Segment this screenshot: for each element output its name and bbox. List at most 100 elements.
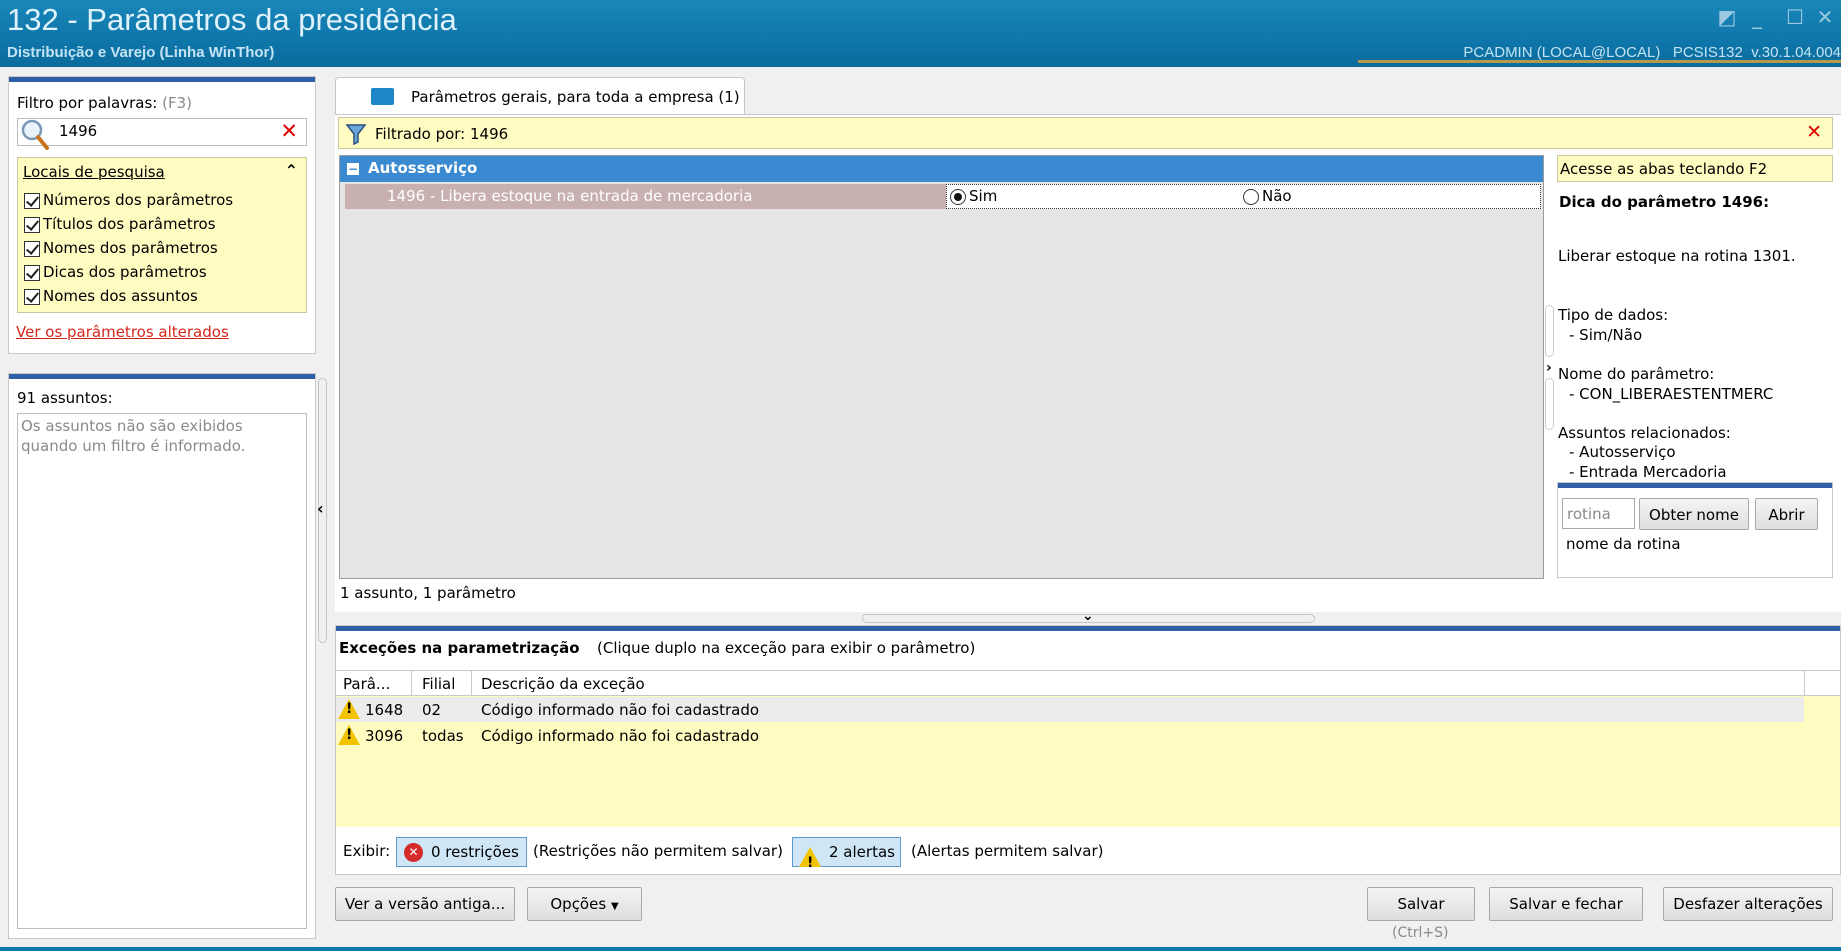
- option-subject-names[interactable]: Nomes dos assuntos: [24, 287, 198, 305]
- checkbox-icon[interactable]: [24, 216, 40, 233]
- remove-filter-icon[interactable]: ✕: [1806, 121, 1822, 143]
- table-row[interactable]: 3096 todas Código informado não foi cada…: [336, 723, 1804, 748]
- option-label: Nomes dos parâmetros: [43, 239, 218, 257]
- option-yes-label: Sim: [969, 187, 998, 205]
- exception-description: Código informado não foi cadastrado: [481, 701, 760, 719]
- filter-label-row: Filtro por palavras: (F3): [17, 94, 192, 112]
- exceptions-header: Parâ... Filial Descrição da exceção: [336, 671, 1840, 696]
- get-name-button[interactable]: Obter nome: [1639, 498, 1749, 530]
- exception-branch: 02: [422, 701, 442, 719]
- restrictions-label: 0 restrições: [431, 843, 519, 861]
- option-param-hints[interactable]: Dicas dos parâmetros: [24, 263, 207, 281]
- option-label: Nomes dos assuntos: [43, 287, 198, 305]
- hint-title: Dica do parâmetro 1496:: [1559, 193, 1770, 211]
- expand-hint-icon[interactable]: ›: [1546, 360, 1552, 376]
- checkbox-icon[interactable]: [24, 264, 40, 281]
- exceptions-table[interactable]: Parâ... Filial Descrição da exceção 1648…: [336, 670, 1840, 827]
- clear-search-icon[interactable]: ✕: [280, 119, 298, 143]
- window-bottom-border: [0, 947, 1841, 951]
- session-info: PCADMIN (LOCAL@LOCAL) PCSIS132 v.30.1.04…: [1463, 44, 1841, 61]
- warning-icon: [338, 699, 360, 719]
- collapse-group-icon[interactable]: −: [347, 163, 359, 175]
- filter-label: Filtro por palavras:: [17, 94, 158, 112]
- save-button[interactable]: Salvar: [1367, 887, 1475, 921]
- table-row[interactable]: 1648 02 Código informado não foi cadastr…: [336, 697, 1804, 722]
- hint-splitter-bottom[interactable]: [1545, 378, 1554, 430]
- option-param-titles[interactable]: Títulos dos parâmetros: [24, 215, 216, 233]
- routine-input-placeholder: rotina: [1567, 505, 1611, 523]
- exception-branch: todas: [422, 727, 464, 745]
- tabs-tip: Acesse as abas teclando F2: [1557, 155, 1833, 182]
- group-header[interactable]: − Autosserviço: [340, 156, 1543, 182]
- filter-funnel-icon: [345, 123, 367, 149]
- exception-param: 1648: [365, 701, 404, 719]
- tabs-tip-text: Acesse as abas teclando F2: [1560, 160, 1768, 178]
- column-description[interactable]: Descrição da exceção: [481, 675, 645, 693]
- collapse-bottom-icon[interactable]: ⌄: [1082, 608, 1094, 624]
- exceptions-panel: Exceções na parametrização (Clique duplo…: [335, 625, 1841, 877]
- subjects-panel-top: [9, 374, 315, 379]
- warning-icon: [338, 725, 360, 745]
- hint-type-value: - Sim/Não: [1569, 326, 1643, 344]
- option-param-numbers[interactable]: Números dos parâmetros: [24, 191, 233, 209]
- routine-input[interactable]: rotina: [1562, 498, 1635, 529]
- column-branch[interactable]: Filial: [422, 675, 455, 693]
- subjects-panel: 91 assuntos: Os assuntos não são exibido…: [8, 373, 316, 939]
- checkbox-icon[interactable]: [24, 192, 40, 209]
- save-and-close-button[interactable]: Salvar e fechar: [1489, 887, 1643, 921]
- radio-icon[interactable]: [950, 188, 966, 205]
- close-icon[interactable]: ✕: [1814, 6, 1836, 28]
- checkbox-icon[interactable]: [24, 240, 40, 257]
- parameter-label-cell: 1496 - Libera estoque na entrada de merc…: [345, 184, 946, 209]
- column-param[interactable]: Parâ...: [343, 675, 390, 693]
- parameter-label: 1496 - Libera estoque na entrada de merc…: [387, 187, 753, 205]
- filtered-bar: Filtrado por: 1496 ✕: [338, 117, 1833, 149]
- parameter-row[interactable]: 1496 - Libera estoque na entrada de merc…: [345, 184, 1541, 209]
- save-shortcut: (Ctrl+S): [1392, 925, 1449, 941]
- checkbox-icon[interactable]: [24, 288, 40, 305]
- open-button[interactable]: Abrir: [1755, 498, 1818, 530]
- old-version-button[interactable]: Ver a versão antiga...: [335, 887, 515, 921]
- hint-related-item: - Entrada Mercadoria: [1569, 463, 1727, 481]
- column-divider: [471, 671, 472, 696]
- options-button[interactable]: Opções ▼: [527, 887, 642, 921]
- hint-name-label: Nome do parâmetro:: [1558, 365, 1715, 383]
- option-yes[interactable]: Sim: [950, 187, 997, 205]
- alerts-button[interactable]: 2 alertas: [792, 837, 901, 877]
- collapse-left-icon[interactable]: ‹: [317, 499, 324, 518]
- tab-general-params[interactable]: Parâmetros gerais, para toda a empresa (…: [335, 77, 745, 115]
- alerts-label: 2 alertas: [829, 843, 895, 861]
- maximize-icon[interactable]: ☐: [1784, 6, 1806, 28]
- window-subtitle: Distribuição e Varejo (Linha WinThor): [7, 44, 275, 61]
- radio-icon[interactable]: [1243, 188, 1259, 205]
- search-icon: [20, 118, 49, 150]
- changed-params-link[interactable]: Ver os parâmetros alterados: [16, 323, 229, 341]
- search-locations-title: Locais de pesquisa: [23, 163, 165, 181]
- grid-summary: 1 assunto, 1 parâmetro: [340, 584, 516, 602]
- option-param-names[interactable]: Nomes dos parâmetros: [24, 239, 218, 257]
- show-label: Exibir:: [343, 842, 391, 860]
- collapse-icon[interactable]: ⌃: [285, 161, 298, 180]
- routine-panel: rotina Obter nome Abrir nome da rotina: [1557, 482, 1833, 578]
- minimize-icon[interactable]: _: [1746, 6, 1768, 28]
- tab-label: Parâmetros gerais, para toda a empresa (…: [411, 88, 740, 106]
- search-box[interactable]: 1496 ✕: [17, 118, 307, 150]
- filter-shortcut: (F3): [162, 94, 193, 112]
- restore-icon[interactable]: ◩: [1716, 6, 1738, 28]
- hint-description: Liberar estoque na rotina 1301.: [1558, 247, 1796, 265]
- exceptions-hint: (Clique duplo na exceção para exibir o p…: [597, 639, 976, 657]
- subjects-note: Os assuntos não são exibidos quando um f…: [21, 417, 246, 455]
- group-title: Autosserviço: [368, 159, 478, 177]
- hint-name-value: - CON_LIBERAESTENTMERC: [1569, 385, 1774, 403]
- hint-splitter-top[interactable]: [1545, 305, 1554, 357]
- folder-icon: [371, 88, 394, 105]
- column-divider: [411, 671, 412, 696]
- undo-changes-button[interactable]: Desfazer alterações: [1663, 887, 1833, 921]
- restrictions-button[interactable]: ✕ 0 restrições: [396, 837, 527, 867]
- search-input[interactable]: 1496: [59, 122, 97, 140]
- parameter-value-cell[interactable]: Sim Não: [946, 184, 1541, 209]
- exceptions-title: Exceções na parametrização: [339, 639, 580, 657]
- option-no[interactable]: Não: [1243, 187, 1292, 205]
- subjects-list[interactable]: Os assuntos não são exibidos quando um f…: [17, 413, 307, 929]
- exception-param: 3096: [365, 727, 404, 745]
